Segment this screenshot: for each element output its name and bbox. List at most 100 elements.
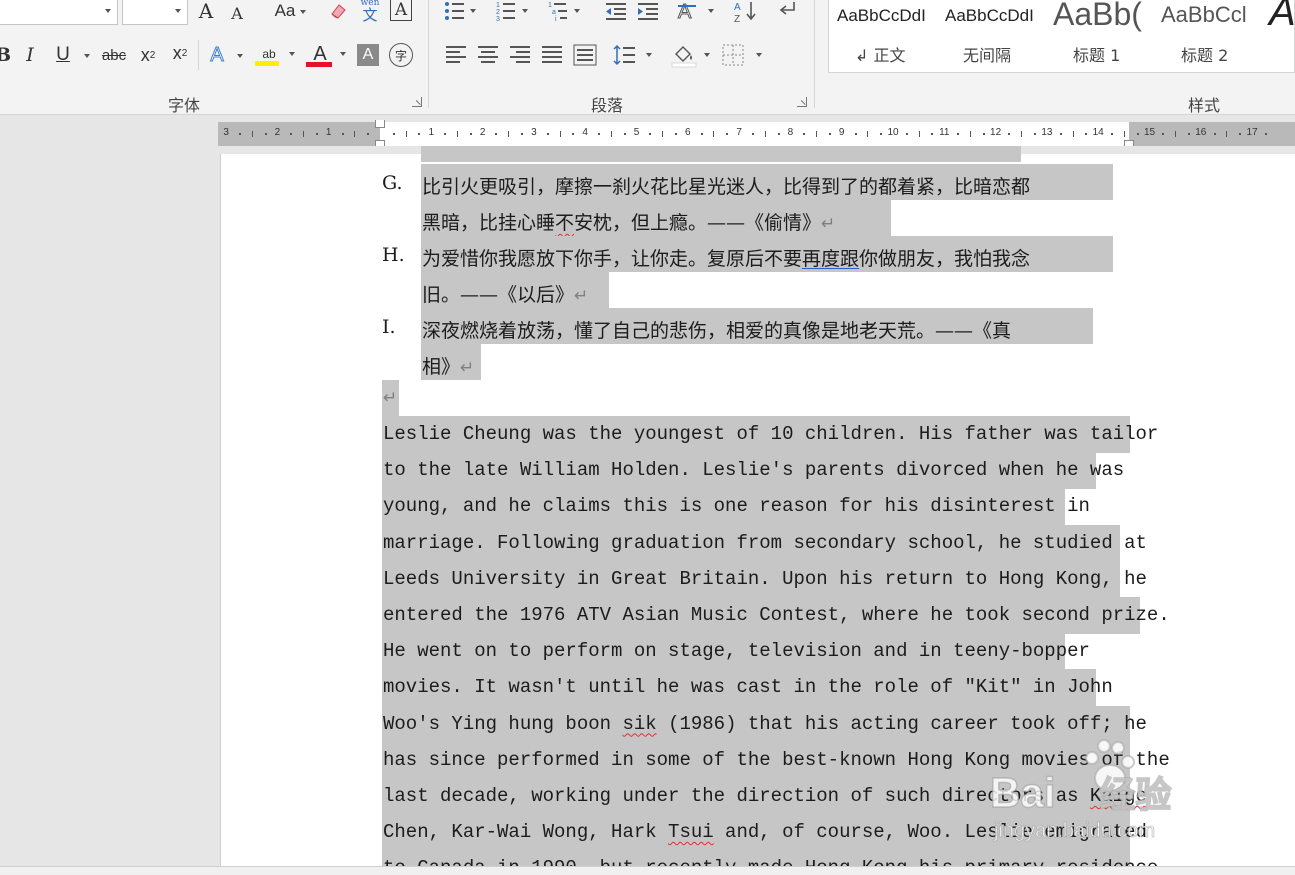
change-case-button[interactable]: Aa <box>262 0 308 22</box>
paragraph-mark: ↵ <box>460 358 475 378</box>
chinese-layout-button[interactable]: A <box>676 0 716 24</box>
ruler-tick <box>816 131 818 137</box>
style-heading-2-sample: AaBbCcl <box>1161 2 1247 27</box>
ruler-number: 6 <box>685 127 691 138</box>
paragraph-line: Leslie Cheung was the youngest of 10 chi… <box>383 423 1159 445</box>
spelling-error-mark[interactable]: sik <box>622 713 656 735</box>
ruler-text-area <box>380 122 1129 146</box>
ruler-tick <box>649 133 652 135</box>
ruler-tick <box>303 131 305 137</box>
font-size-combo[interactable] <box>122 0 188 25</box>
paragraph-line: marriage. Following graduation from seco… <box>383 531 1147 554</box>
numbering-button[interactable]: 1 2 3 <box>496 0 528 23</box>
align-left-button[interactable] <box>445 44 467 66</box>
ruler-tick <box>880 133 883 135</box>
strikethrough-icon: abc <box>101 46 127 64</box>
ruler-number: 1 <box>325 127 332 138</box>
font-group-label: 字体 <box>168 96 201 115</box>
ruler-tick <box>290 133 293 135</box>
spelling-error-mark[interactable]: Tsui <box>668 821 714 843</box>
ruler-tick <box>1136 133 1139 135</box>
spelling-error-mark[interactable]: Kaige <box>1090 785 1147 807</box>
phonetic-guide-button[interactable]: wén 文 <box>356 0 384 24</box>
ruler-tick <box>1226 131 1228 137</box>
ruler-tick <box>674 133 677 135</box>
char-border-button[interactable]: A <box>390 0 412 21</box>
paragraph-dialog-launcher[interactable] <box>797 97 807 107</box>
first-line-indent-marker[interactable] <box>375 120 385 128</box>
text-effects-button[interactable]: A <box>205 43 245 66</box>
grow-font-button[interactable]: A <box>195 0 217 23</box>
align-right-button[interactable] <box>509 44 531 66</box>
subscript-small: 2 <box>149 49 156 61</box>
ruler-tick <box>521 133 524 135</box>
list-item-text: 相》 <box>422 356 461 378</box>
enclose-char-button[interactable]: 字 <box>389 43 413 67</box>
shrink-font-button[interactable]: A <box>226 2 248 24</box>
paragraph-mark: ↵ <box>574 286 589 306</box>
horizontal-ruler[interactable]: 3 2 1 1 2 3 4 5 6 7 8 9 10 11 12 13 14 15 16 17 <box>218 120 1295 148</box>
ruler-number: 17 <box>1246 127 1258 138</box>
char-shading-button[interactable]: A <box>357 44 379 66</box>
show-marks-button[interactable] <box>776 0 798 22</box>
sort-button[interactable]: A Z <box>734 0 756 25</box>
paragraph-line: to the late William Holden. Leslie's par… <box>383 459 1125 482</box>
font-dialog-launcher[interactable] <box>412 97 422 107</box>
style-no-spacing-name: 无间隔 <box>963 46 1012 65</box>
increase-indent-button[interactable] <box>636 0 658 22</box>
style-heading-1-name: 标题 1 <box>1073 46 1121 65</box>
shading-button[interactable] <box>670 42 714 68</box>
font-color-button[interactable]: A <box>304 40 350 68</box>
ruler-tick <box>969 131 971 137</box>
subscript-button[interactable]: x2 <box>136 44 160 66</box>
ruler-tick <box>444 133 447 135</box>
spelling-error-mark[interactable]: 不 <box>555 212 574 234</box>
ruler-number: 2 <box>479 127 486 138</box>
ruler-tick <box>1008 133 1011 135</box>
style-title[interactable]: A <box>1261 0 1295 73</box>
highlight-icon: ab <box>262 47 276 61</box>
bold-button[interactable]: B <box>0 44 12 66</box>
paragraph-mark-icon <box>779 2 795 15</box>
document-page[interactable]: G. 比引火更吸引，摩擦一刹火花比星光迷人，比得到了的都着紧，比暗恋都 黑暗，比… <box>220 146 1295 866</box>
style-no-spacing[interactable]: AaBbCcDdI 无间隔 <box>937 0 1045 73</box>
ruler-tick <box>700 133 703 135</box>
align-center-button[interactable] <box>477 44 499 66</box>
justify-button[interactable] <box>541 44 563 66</box>
decrease-indent-button[interactable] <box>604 0 626 22</box>
style-heading-2[interactable]: AaBbCcl 标题 2 <box>1153 0 1261 73</box>
multilevel-list-button[interactable]: 1 a i <box>548 0 580 23</box>
list-item-line: 为爱惜你我愿放下你手，让你走。复原后不要再度跟你做朋友，我怕我念 <box>422 244 1030 271</box>
ruler-tick <box>726 133 729 135</box>
status-bar <box>0 866 1295 875</box>
superscript-small: 2 <box>181 47 188 59</box>
distributed-button[interactable] <box>573 44 597 66</box>
ruler-tick <box>418 133 421 135</box>
ruler-number: 9 <box>838 127 845 138</box>
paint-bucket-icon <box>671 46 710 68</box>
bullets-button[interactable] <box>444 0 476 22</box>
font-inner-divider <box>198 40 199 70</box>
highlight-button[interactable]: ab <box>253 40 299 68</box>
list-item-text: 比引火更吸引，摩擦一刹火花比星光迷人，比得到了的都着紧，比暗恋都 <box>422 176 1031 198</box>
strikethrough-button[interactable]: abc <box>99 44 129 66</box>
ruler-number: 14 <box>1092 127 1104 138</box>
ruler-tick <box>238 133 241 135</box>
superscript-button[interactable]: x2 <box>168 42 192 64</box>
grammar-mark[interactable]: 再度跟 <box>802 248 859 270</box>
style-heading-1[interactable]: AaBb( 标题 1 <box>1045 0 1153 73</box>
clear-formatting-button[interactable] <box>326 0 350 22</box>
line-spacing-icon <box>613 44 652 66</box>
font-name-combo[interactable] <box>0 0 118 25</box>
borders-button[interactable] <box>722 44 766 66</box>
ruler-tick <box>918 131 920 137</box>
paragraph-line: entered the 1976 ATV Asian Music Contest… <box>383 604 1170 626</box>
svg-text:2: 2 <box>496 9 500 16</box>
underline-button[interactable]: U <box>50 44 90 66</box>
subscript-icon: x <box>140 44 150 65</box>
italic-button[interactable]: I <box>20 44 40 66</box>
ruler-number: 1 <box>428 127 435 138</box>
style-normal[interactable]: AaBbCcDdI ↲ 正文 <box>829 0 937 73</box>
ruler-tick <box>405 131 407 137</box>
line-spacing-button[interactable] <box>612 44 654 66</box>
